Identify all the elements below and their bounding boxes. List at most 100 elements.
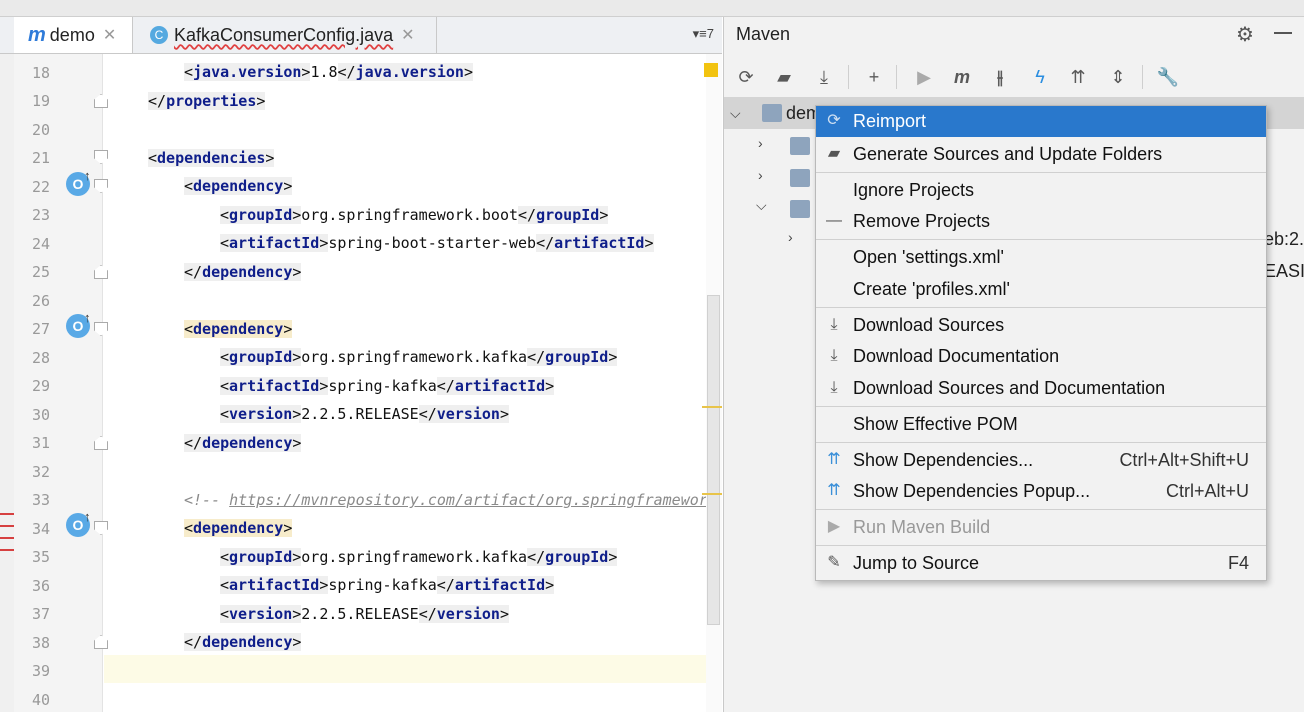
chevron-down-icon[interactable]: ⌵ [756, 197, 767, 214]
tree-row-text: eb:2. [1264, 229, 1304, 249]
menu-item-show-dependencies-popup[interactable]: ⇈ Show Dependencies Popup... Ctrl+Alt+U [816, 476, 1266, 507]
remove-icon: — [826, 212, 842, 229]
line-number: 28 [32, 349, 51, 367]
top-toolbar-strip [0, 0, 1304, 17]
line-number: 38 [32, 634, 51, 652]
code-line-28: <groupId>org.springframework.kafka</grou… [220, 348, 618, 366]
arrow-up-icon: ↑ [84, 509, 91, 524]
code-editor[interactable]: <java.version>1.8</java.version> </prope… [104, 54, 708, 712]
edit-icon: ✎ [827, 554, 841, 571]
menu-item-ignore-projects[interactable]: Ignore Projects [816, 175, 1266, 206]
line-number: 37 [32, 605, 51, 623]
arrow-up-icon: ↑ [84, 310, 91, 325]
download-icon: ⤓ [830, 347, 838, 364]
code-line-18: <java.version>1.8</java.version> [184, 63, 473, 81]
skip-tests-icon[interactable]: ϟ [1028, 65, 1052, 89]
arrow-up-icon: ↑ [84, 168, 91, 183]
tree-row-text: EASI [1264, 261, 1304, 281]
chevron-down-icon[interactable]: ⌵ [730, 105, 741, 122]
execute-goal-icon[interactable]: m [950, 65, 974, 89]
line-number: 25 [32, 263, 51, 281]
change-marker [0, 537, 14, 539]
plugins-icon [790, 169, 810, 187]
scrollbar-thumb[interactable] [707, 295, 720, 625]
menu-item-download-sources-and-docs[interactable]: ⤓ Download Sources and Documentation [816, 373, 1266, 404]
generate-sources-icon[interactable]: ▰ [772, 65, 796, 89]
chevron-right-icon[interactable]: › [758, 167, 763, 183]
menu-item-jump-to-source[interactable]: ✎ Jump to Source F4 [816, 548, 1266, 579]
code-line-33-comment: <!-- https://mvnrepository.com/artifact/… [184, 491, 708, 509]
code-line-24: <artifactId>spring-boot-starter-web</art… [220, 234, 654, 252]
menu-item-generate-sources[interactable]: ▰ Generate Sources and Update Folders [816, 139, 1266, 170]
lifecycle-icon [790, 137, 810, 155]
code-line-22: <dependency> [184, 177, 293, 195]
toggle-offline-icon[interactable]: ⫲ [988, 65, 1012, 89]
reimport-icon: ⟳ [827, 112, 841, 129]
close-icon[interactable]: ✕ [103, 25, 116, 45]
code-line-19: </properties> [148, 92, 266, 110]
line-number: 32 [32, 463, 51, 481]
line-number: 26 [32, 292, 51, 310]
menu-item-show-effective-pom[interactable]: Show Effective POM [816, 409, 1266, 440]
code-line-25: </dependency> [184, 263, 302, 281]
tab-overflow-button[interactable]: ▾≡7 [693, 26, 714, 42]
scroll-marker[interactable] [702, 493, 722, 495]
java-class-icon: C [150, 26, 168, 44]
download-icon: ⤓ [830, 316, 838, 333]
download-icon[interactable]: ⤓ [812, 65, 836, 89]
maven-project-icon [762, 104, 782, 122]
line-number: 31 [32, 434, 51, 452]
line-number: 21 [32, 149, 51, 167]
menu-item-download-documentation[interactable]: ⤓ Download Documentation [816, 341, 1266, 372]
line-number: 20 [32, 121, 51, 139]
tab-overflow-count: 7 [706, 26, 714, 41]
run-icon: ▶ [827, 518, 841, 535]
editor-tab-bar: m demo ✕ C KafkaConsumerConfig.java ✕ ▾≡… [0, 17, 722, 54]
dependencies-icon: ⇈ [827, 451, 841, 468]
line-number: 35 [32, 548, 51, 566]
warning-marker[interactable] [704, 63, 718, 77]
menu-item-show-dependencies[interactable]: ⇈ Show Dependencies... Ctrl+Alt+Shift+U [816, 445, 1266, 476]
line-number: 18 [32, 64, 51, 82]
code-line-36: <artifactId>spring-kafka</artifactId> [220, 576, 555, 594]
menu-item-create-profiles[interactable]: Create 'profiles.xml' [816, 274, 1266, 305]
menu-item-download-sources[interactable]: ⤓ Download Sources [816, 310, 1266, 341]
maven-panel-title: Maven [736, 24, 791, 44]
menu-item-run-maven-build[interactable]: ▶ Run Maven Build [816, 512, 1266, 543]
chevron-right-icon[interactable]: › [788, 229, 793, 245]
add-icon[interactable]: + [862, 65, 886, 89]
tab-kafka-consumer-config[interactable]: C KafkaConsumerConfig.java ✕ [134, 17, 437, 53]
line-number: 36 [32, 577, 51, 595]
run-icon[interactable]: ▶ [912, 65, 936, 89]
line-number: 22 [32, 178, 51, 196]
dependencies-icon: ⇈ [827, 482, 841, 499]
menu-item-reimport[interactable]: ⟳ Reimport [816, 106, 1266, 137]
line-number: 34 [32, 520, 51, 538]
collapse-all-icon[interactable]: ⇕ [1106, 65, 1130, 89]
gear-icon[interactable]: ⚙ [1236, 22, 1254, 47]
code-line-21: <dependencies> [148, 149, 275, 167]
dependencies-folder-icon [790, 200, 810, 218]
wrench-icon[interactable]: 🔧 [1156, 65, 1180, 89]
menu-item-open-settings[interactable]: Open 'settings.xml' [816, 242, 1266, 273]
change-marker [0, 549, 14, 551]
scroll-marker[interactable] [702, 406, 722, 408]
reimport-icon[interactable]: ⟳ [734, 65, 758, 89]
line-number: 33 [32, 491, 51, 509]
minimize-icon[interactable] [1274, 32, 1292, 34]
chevron-right-icon[interactable]: › [758, 135, 763, 151]
maven-toolbar: ⟳ ▰ ⤓ + ▶ m ⫲ ϟ ⇈ ⇕ 🔧 [724, 57, 1304, 95]
line-number: 23 [32, 206, 51, 224]
left-edge-strip [0, 54, 14, 712]
menu-item-remove-projects[interactable]: — Remove Projects [816, 206, 1266, 237]
code-line-23: <groupId>org.springframework.boot</group… [220, 206, 609, 224]
code-line-37: <version>2.2.5.RELEASE</version> [220, 605, 509, 623]
tab-demo[interactable]: m demo ✕ [14, 17, 133, 53]
line-number: 40 [32, 691, 51, 709]
show-dependencies-icon[interactable]: ⇈ [1066, 65, 1090, 89]
code-line-29: <artifactId>spring-kafka</artifactId> [220, 377, 555, 395]
editor-gutter: 18 19 20 21 22 23 24 25 26 27 28 29 30 3… [14, 54, 103, 712]
code-line-31: </dependency> [184, 434, 302, 452]
code-line-38: </dependency> [184, 633, 302, 651]
close-icon[interactable]: ✕ [401, 25, 414, 45]
